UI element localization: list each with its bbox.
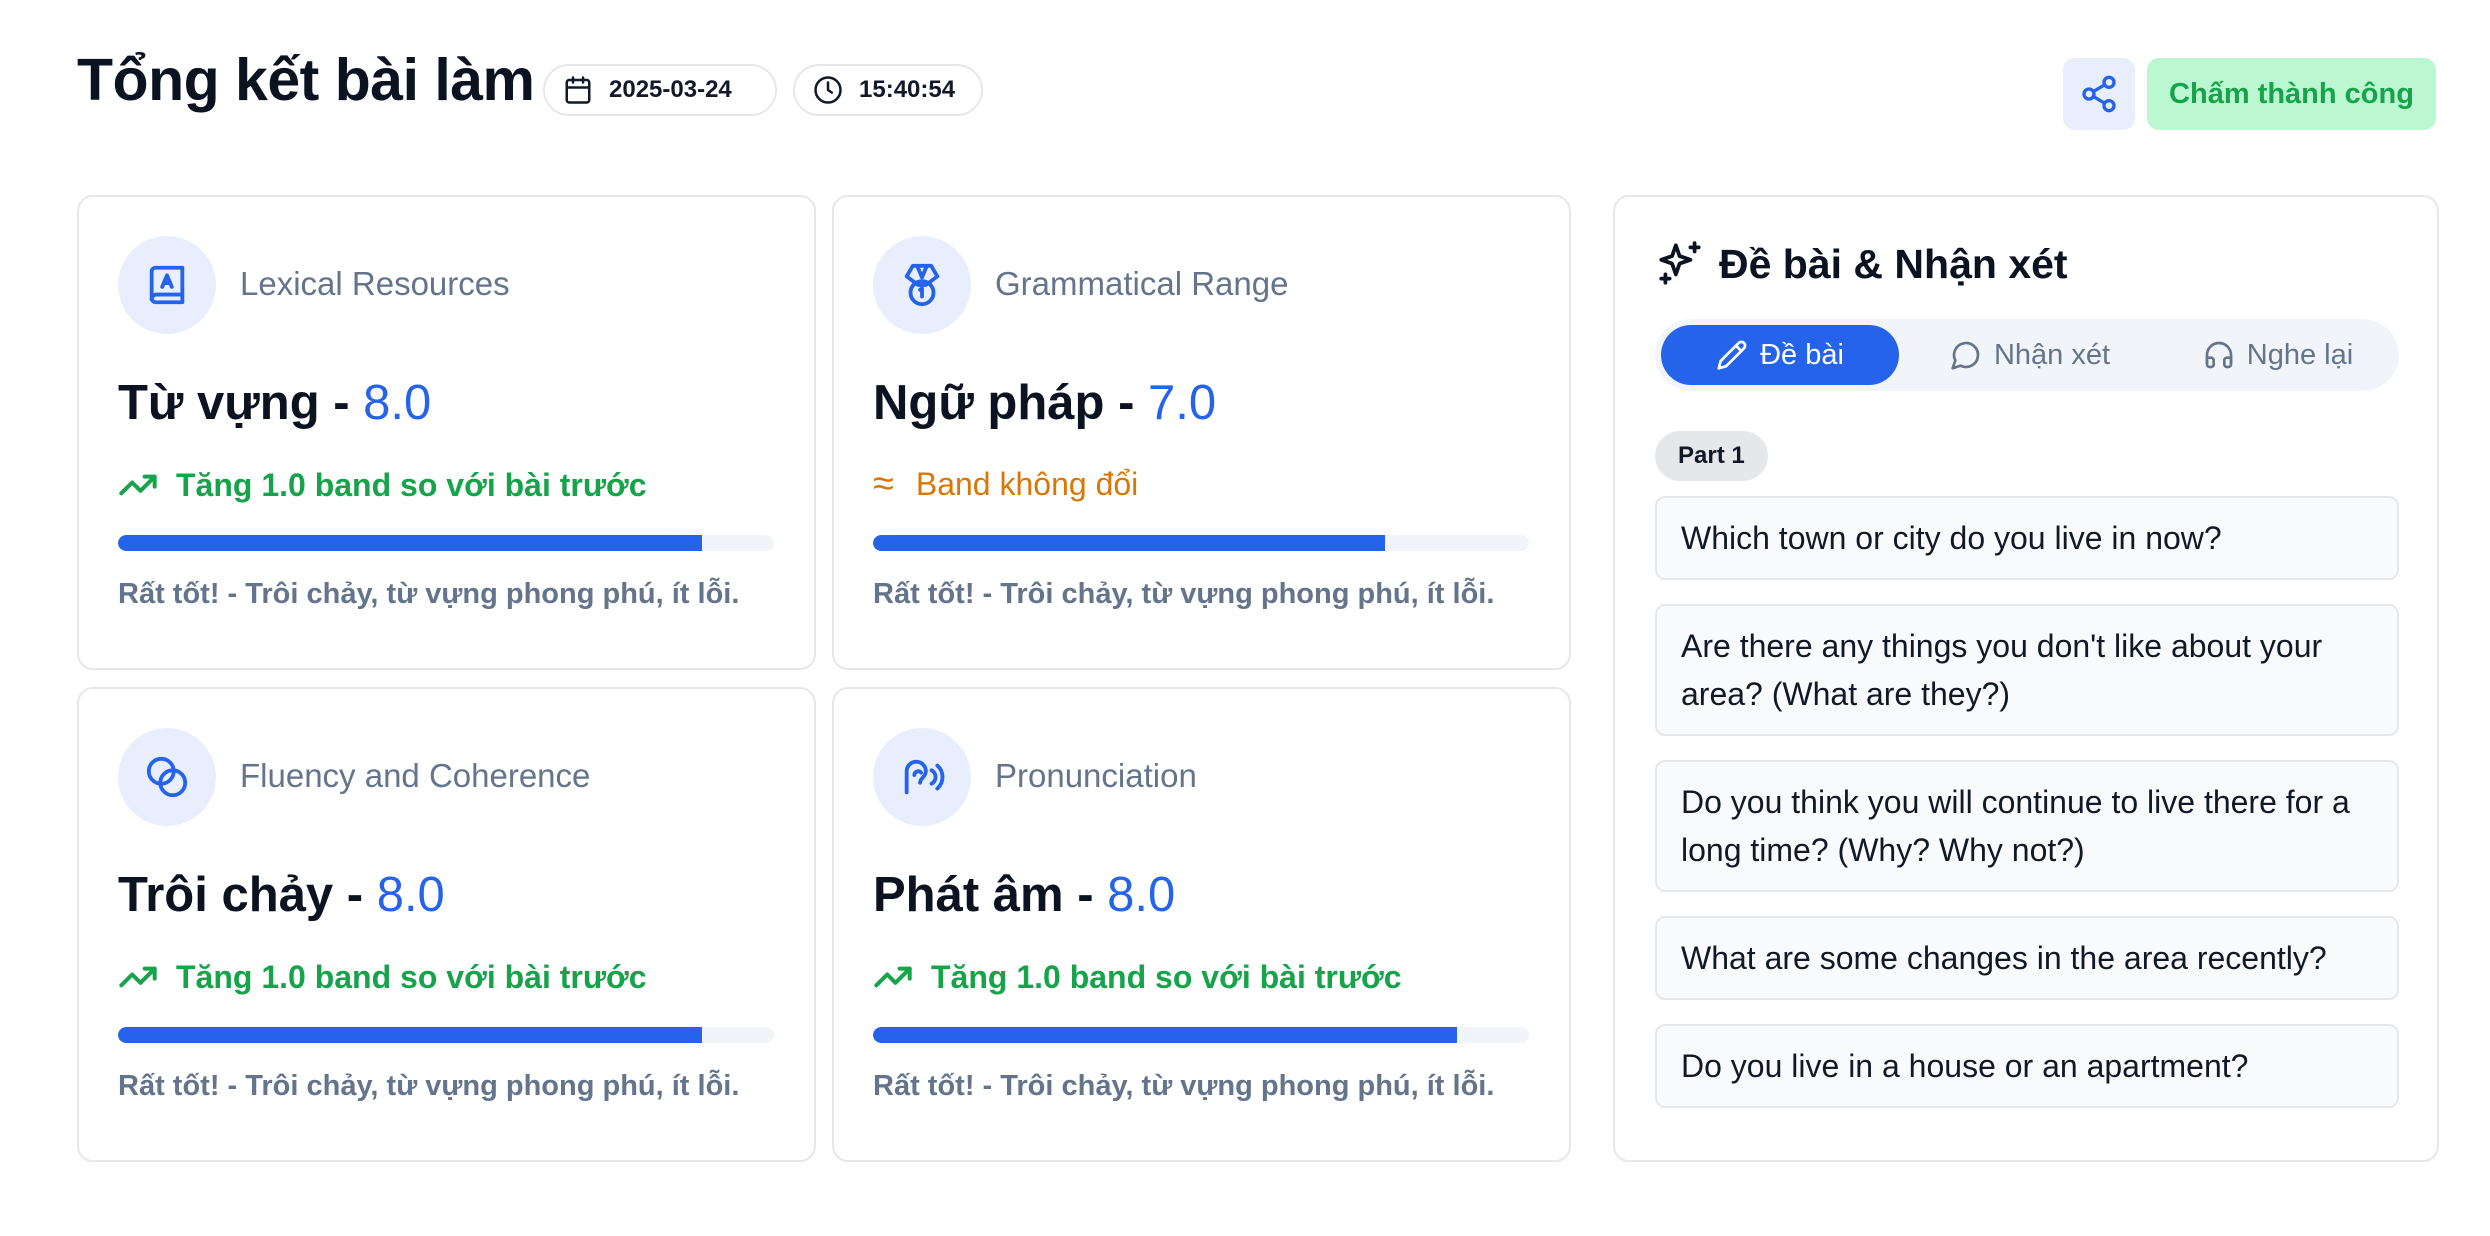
question-item[interactable]: Do you live in a house or an apartment? [1655, 1024, 2399, 1108]
card-icon-wrap [873, 236, 971, 334]
card-score: 7.0 [1148, 376, 1217, 430]
approx-equal-icon: ≈ [873, 463, 894, 505]
score-card-lexical: Lexical Resources Từ vựng - 8.0 Tăng 1.0… [77, 195, 816, 670]
card-category: Fluency and Coherence [240, 757, 591, 794]
trending-up-icon [874, 966, 912, 988]
page-title: Tổng kết bài làm [77, 47, 535, 113]
trend-text: Tăng 1.0 band so với bài trước [176, 466, 647, 503]
card-category: Pronunciation [995, 757, 1197, 794]
question-item[interactable]: Which town or city do you live in now? [1655, 496, 2399, 580]
panel-header: Đề bài & Nhận xét [1655, 239, 2068, 289]
card-icon-wrap [118, 236, 216, 334]
card-note: Rất tốt! - Trôi chảy, từ vựng phong phú,… [118, 578, 740, 610]
question-item[interactable]: Are there any things you don't like abou… [1655, 604, 2399, 736]
prompt-feedback-panel: Đề bài & Nhận xét Đề bài Nhận xét Nghe l… [1613, 195, 2439, 1162]
medal-icon [904, 263, 940, 307]
progress-bar [873, 535, 1529, 551]
card-trend: Tăng 1.0 band so với bài trước [118, 465, 647, 505]
card-label: Từ vựng - [118, 376, 364, 430]
score-card-grammar: Grammatical Range Ngữ pháp - 7.0 ≈ Band … [832, 195, 1571, 670]
time-pill: 15:40:54 [793, 64, 983, 116]
progress-fill [118, 1027, 702, 1043]
tab-label: Nhận xét [1993, 338, 2111, 371]
score-card-fluency: Fluency and Coherence Trôi chảy - 8.0 Tă… [77, 687, 816, 1162]
book-icon [149, 265, 185, 305]
card-icon-wrap [118, 728, 216, 826]
headphones-icon [2205, 341, 2233, 369]
tab-label: Đề bài [1760, 338, 1844, 371]
time-text: 15:40:54 [859, 76, 956, 103]
card-category: Lexical Resources [240, 265, 510, 302]
date-pill: 2025-03-24 [543, 64, 777, 116]
card-trend: Tăng 1.0 band so với bài trước [118, 957, 647, 997]
card-title: Phát âm - 8.0 [873, 867, 1175, 923]
message-circle-icon [1951, 341, 1980, 370]
card-category: Grammatical Range [995, 265, 1289, 302]
date-text: 2025-03-24 [609, 76, 732, 103]
card-note: Rất tốt! - Trôi chảy, từ vựng phong phú,… [873, 578, 1495, 610]
card-trend: ≈ Band không đổi [873, 465, 1138, 503]
card-note: Rất tốt! - Trôi chảy, từ vựng phong phú,… [873, 1070, 1495, 1102]
card-trend: Tăng 1.0 band so với bài trước [873, 957, 1402, 997]
progress-fill [873, 535, 1385, 551]
share-button[interactable] [2063, 58, 2135, 130]
progress-fill [118, 535, 702, 551]
card-score: 8.0 [363, 376, 432, 430]
card-label: Ngữ pháp - [873, 376, 1149, 430]
pencil-icon [1717, 340, 1747, 370]
trend-text: Band không đổi [915, 465, 1139, 502]
card-score: 8.0 [376, 868, 445, 922]
page-header: Tổng kết bài làm 2025-03-24 15:40:54 Chấ… [77, 44, 2436, 144]
progress-bar [118, 535, 774, 551]
question-item[interactable]: What are some changes in the area recent… [1655, 916, 2399, 1000]
tab-prompt[interactable]: Đề bài [1661, 325, 1899, 385]
card-label: Trôi chảy - [118, 868, 377, 922]
trend-text: Tăng 1.0 band so với bài trước [176, 958, 647, 995]
tab-feedback[interactable]: Nhận xét [1915, 325, 2145, 385]
card-title: Trôi chảy - 8.0 [118, 867, 445, 923]
progress-bar [118, 1027, 774, 1043]
card-label: Phát âm - [873, 868, 1108, 922]
ear-icon [904, 759, 945, 795]
share-icon [2082, 75, 2116, 113]
score-card-pronunciation: Pronunciation Phát âm - 8.0 Tăng 1.0 ban… [832, 687, 1571, 1162]
sparkles-icon [1659, 241, 1701, 285]
card-score: 8.0 [1107, 868, 1176, 922]
trend-text: Tăng 1.0 band so với bài trước [931, 958, 1402, 995]
calendar-icon [565, 76, 591, 104]
card-title: Từ vựng - 8.0 [118, 375, 431, 431]
trending-up-icon [119, 966, 157, 988]
trending-up-icon [119, 474, 157, 496]
clock-icon [814, 76, 842, 104]
grading-status-button[interactable]: Chấm thành công [2147, 58, 2436, 130]
tab-label: Nghe lại [2246, 338, 2354, 371]
card-title: Ngữ pháp - 7.0 [873, 375, 1216, 431]
circles-icon [146, 756, 188, 798]
panel-tabs: Đề bài Nhận xét Nghe lại [1655, 319, 2399, 391]
part-badge: Part 1 [1655, 431, 1768, 481]
progress-bar [873, 1027, 1529, 1043]
panel-title: Đề bài & Nhận xét [1719, 240, 2068, 287]
tab-replay[interactable]: Nghe lại [2165, 325, 2391, 385]
card-note: Rất tốt! - Trôi chảy, từ vựng phong phú,… [118, 1070, 740, 1102]
question-item[interactable]: Do you think you will continue to live t… [1655, 760, 2399, 892]
progress-fill [873, 1027, 1457, 1043]
card-icon-wrap [873, 728, 971, 826]
